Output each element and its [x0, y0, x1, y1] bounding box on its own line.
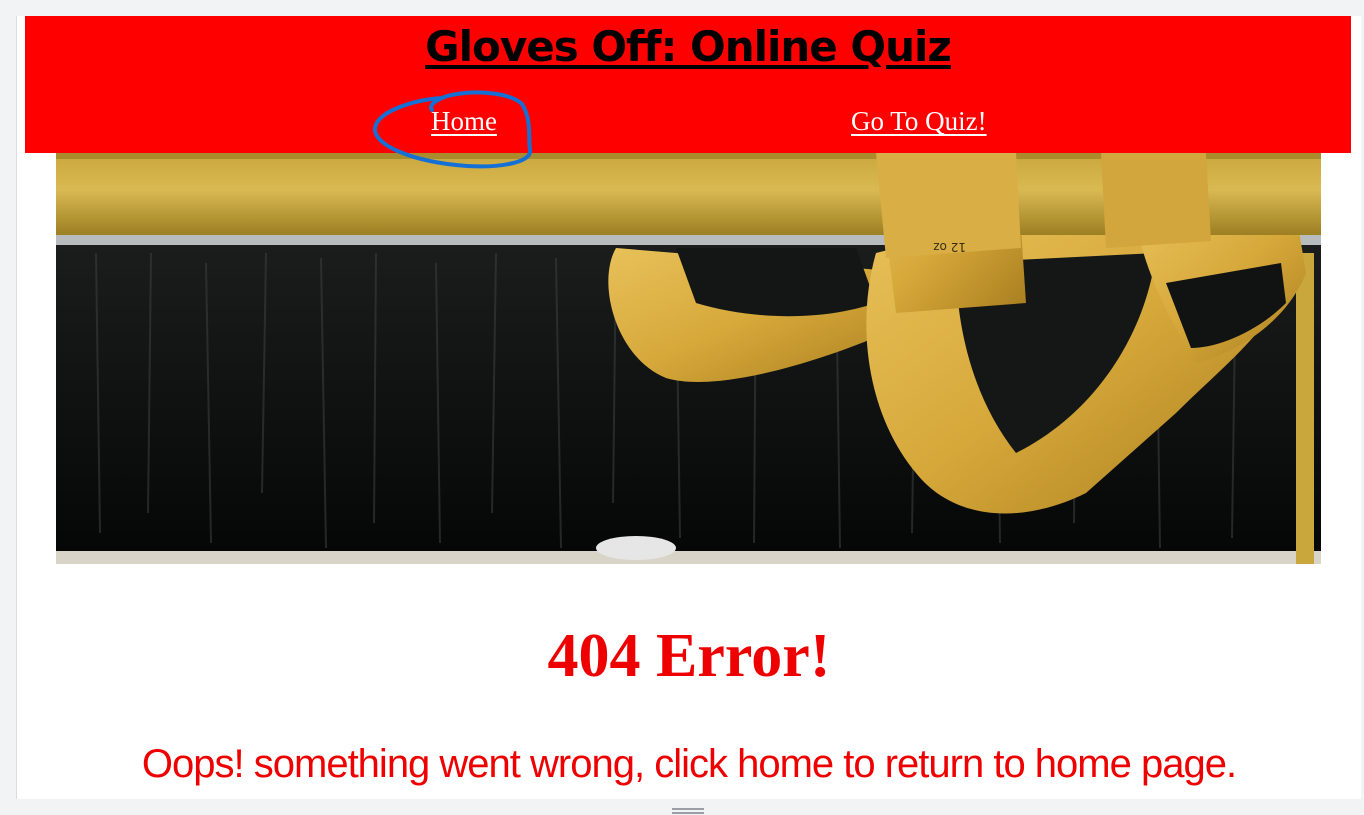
- error-message: Oops! something went wrong, click home t…: [141, 742, 1237, 786]
- error-heading: 404 Error!: [547, 622, 831, 690]
- boxing-gloves-photo: 12 oz: [56, 153, 1321, 564]
- svg-text:12 oz: 12 oz: [933, 240, 966, 254]
- hero-image: 12 oz: [56, 153, 1321, 564]
- annotation-circle-icon: [373, 90, 532, 169]
- nav-quiz-link[interactable]: Go To Quiz!: [851, 106, 987, 137]
- page-container: Gloves Off: Online Quiz Home Go To Quiz!: [16, 16, 1361, 799]
- site-title: Gloves Off: Online Quiz: [425, 22, 952, 71]
- resize-handle-icon[interactable]: [672, 806, 704, 815]
- site-header: Gloves Off: Online Quiz Home Go To Quiz!: [25, 16, 1351, 153]
